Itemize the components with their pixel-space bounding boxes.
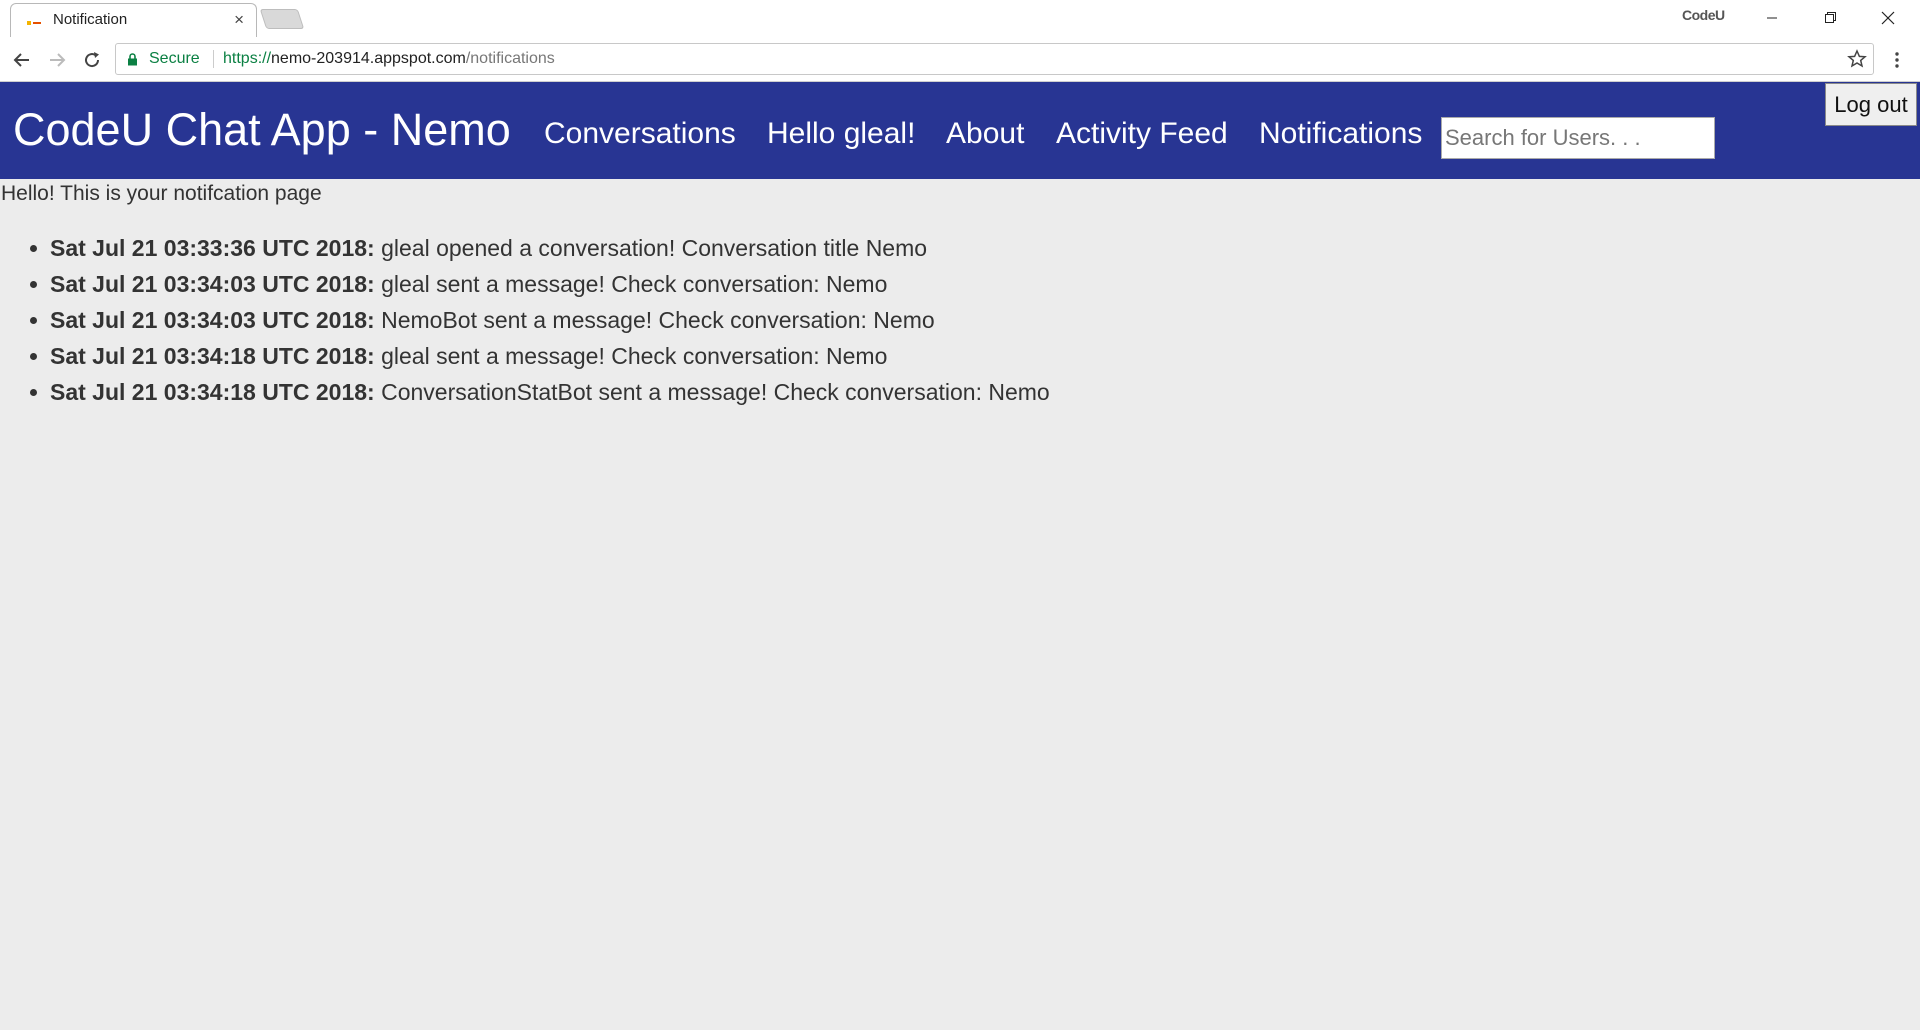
profile-label[interactable]: CodeU [1682,7,1725,23]
secure-label: Secure [149,50,200,67]
new-tab-icon[interactable] [259,9,305,29]
browser-titlebar: Notification × CodeU [0,0,1920,37]
bullet [30,281,37,288]
notification-timestamp: Sat Jul 21 03:34:18 UTC 2018: [50,379,375,405]
browser-toolbar: Secure https://nemo-203914.appspot.com/n… [0,37,1920,82]
close-icon[interactable] [1859,0,1917,35]
notification-text: gleal sent a message! Check conversation… [374,271,888,297]
bullet [30,317,37,324]
notification-text: ConversationStatBot sent a message! Chec… [374,379,1050,405]
tab-title: Notification [53,11,128,28]
reload-icon[interactable] [79,47,105,73]
url-text[interactable]: https://nemo-203914.appspot.com/notifica… [223,50,555,68]
notification-timestamp: Sat Jul 21 03:34:03 UTC 2018: [50,307,375,333]
logout-button[interactable]: Log out [1825,83,1917,126]
back-arrow-icon[interactable] [9,47,35,73]
notification-item: Sat Jul 21 03:34:18 UTC 2018: Conversati… [0,378,1050,414]
nav-hello-user[interactable]: Hello gleal! [767,117,915,151]
tab-close-icon[interactable]: × [234,10,244,30]
forward-arrow-icon[interactable] [44,47,70,73]
notification-item: Sat Jul 21 03:34:03 UTC 2018: gleal sent… [0,270,1050,306]
minimize-icon[interactable] [1743,0,1801,35]
notification-text: gleal sent a message! Check conversation… [374,343,888,369]
url-host: nemo-203914.appspot.com [271,50,466,67]
page-content: CodeU Chat App - Nemo Conversations Hell… [0,82,1920,1030]
restore-icon[interactable] [1801,0,1859,35]
kebab-menu-icon[interactable] [1887,49,1907,71]
nav-activity-feed[interactable]: Activity Feed [1056,117,1228,151]
lock-icon [127,53,138,71]
app-navbar: CodeU Chat App - Nemo Conversations Hell… [0,82,1920,179]
nav-notifications[interactable]: Notifications [1259,117,1422,151]
notification-timestamp: Sat Jul 21 03:34:18 UTC 2018: [50,343,375,369]
notification-timestamp: Sat Jul 21 03:34:03 UTC 2018: [50,271,375,297]
address-bar[interactable]: Secure https://nemo-203914.appspot.com/n… [115,43,1874,75]
notification-timestamp: Sat Jul 21 03:33:36 UTC 2018: [50,235,375,261]
bullet [30,389,37,396]
notification-item: Sat Jul 21 03:34:03 UTC 2018: NemoBot se… [0,306,1050,342]
notification-text: NemoBot sent a message! Check conversati… [374,307,935,333]
bullet [30,353,37,360]
address-separator [213,50,214,68]
url-path: /notifications [465,50,555,67]
page-intro: Hello! This is your notifcation page [1,182,322,205]
browser-tab[interactable]: Notification × [10,3,257,37]
notification-text: gleal opened a conversation! Conversatio… [374,235,928,261]
notification-list: Sat Jul 21 03:33:36 UTC 2018: gleal open… [0,234,1050,414]
star-icon[interactable] [1847,49,1867,74]
notification-item: Sat Jul 21 03:33:36 UTC 2018: gleal open… [0,234,1050,270]
brand-link[interactable]: CodeU Chat App - Nemo [13,104,511,156]
bullet [30,245,37,252]
notification-item: Sat Jul 21 03:34:18 UTC 2018: gleal sent… [0,342,1050,378]
favicon-icon [27,15,43,25]
nav-conversations[interactable]: Conversations [544,117,736,151]
nav-about[interactable]: About [946,117,1024,151]
user-search-input[interactable] [1441,117,1715,159]
url-scheme: https:// [223,50,272,67]
